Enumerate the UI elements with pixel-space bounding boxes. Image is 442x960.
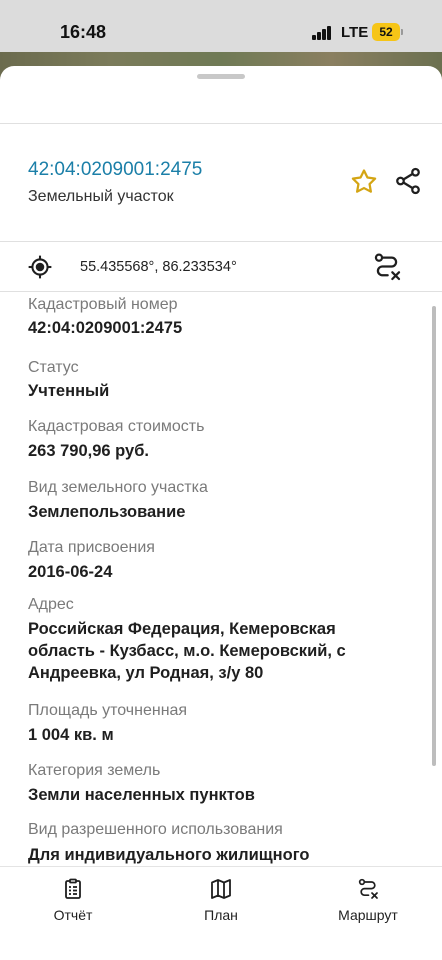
map-icon <box>211 879 231 899</box>
nav-report-label: Отчёт <box>53 907 93 923</box>
field-value-address-line-3: Андреевка, ул Родная, з/у 80 <box>28 664 264 682</box>
route-cancel-icon[interactable] <box>371 251 403 283</box>
nav-plan-button[interactable]: План <box>166 877 276 937</box>
field-value-address-line-2: область - Кузбасс, м.о. Кемеровский, с <box>28 642 346 660</box>
signal-icon <box>312 26 332 40</box>
field-label-status: Статус <box>28 359 79 376</box>
field-value-assignment-date: 2016-06-24 <box>28 563 113 581</box>
status-time: 16:48 <box>60 22 107 42</box>
field-label-assignment-date: Дата присвоения <box>28 539 155 556</box>
crosshair-icon[interactable] <box>27 254 53 280</box>
nav-plan-label: План <box>204 907 238 923</box>
divider <box>0 291 442 292</box>
field-value-area: 1 004 кв. м <box>28 726 114 744</box>
field-value-permitted-use: Для индивидуального жилищного <box>28 846 310 864</box>
route-icon <box>358 878 378 899</box>
object-type: Земельный участок <box>28 188 174 205</box>
field-label-land-category: Категория земель <box>28 762 161 779</box>
star-icon[interactable] <box>349 167 379 197</box>
share-icon[interactable] <box>393 166 423 196</box>
field-label-land-type: Вид земельного участка <box>28 479 208 496</box>
nav-route-label: Маршрут <box>338 907 398 923</box>
info-list[interactable]: Кадастровый номер 42:04:0209001:2475 Ста… <box>0 296 442 866</box>
report-icon <box>65 878 81 899</box>
battery-icon: 52 <box>372 23 403 41</box>
coordinates[interactable]: 55.435568°, 86.233534° <box>80 259 237 275</box>
field-label-area: Площадь уточненная <box>28 702 188 719</box>
field-value-status: Учтенный <box>28 382 110 400</box>
sheet-grabber[interactable] <box>197 74 245 79</box>
cadastral-number-title[interactable]: 42:04:0209001:2475 <box>28 159 202 181</box>
divider <box>0 123 442 124</box>
bottom-nav: Отчёт План Маршрут <box>0 866 442 960</box>
field-value-address-line-1: Российская Федерация, Кемеровская <box>28 620 336 638</box>
battery-level: 52 <box>372 23 400 41</box>
field-value-cadastral-number: 42:04:0209001:2475 <box>28 319 183 337</box>
scrollbar[interactable] <box>432 306 436 766</box>
field-label-cadastral-value: Кадастровая стоимость <box>28 418 205 435</box>
field-value-land-category: Земли населенных пунктов <box>28 786 255 804</box>
field-value-land-type: Землепользование <box>28 503 186 521</box>
field-label-permitted-use: Вид разрешенного использования <box>28 821 283 838</box>
field-label-address: Адрес <box>28 596 74 613</box>
nav-route-button[interactable]: Маршрут <box>313 877 423 937</box>
field-label-cadastral-number: Кадастровый номер <box>28 296 178 313</box>
divider <box>0 241 442 242</box>
nav-report-button[interactable]: Отчёт <box>18 877 128 937</box>
network-type: LTE <box>341 24 369 41</box>
field-value-cadastral-value: 263 790,96 руб. <box>28 442 149 460</box>
